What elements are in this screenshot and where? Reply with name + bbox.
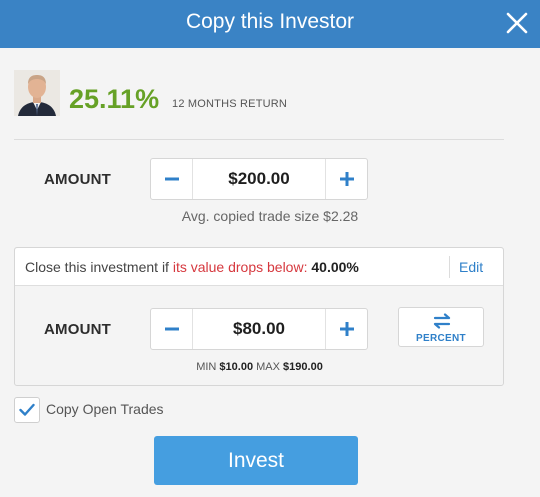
amount-input[interactable]: $200.00 — [193, 159, 325, 199]
edit-stop-loss-link[interactable]: Edit — [459, 259, 483, 275]
minus-icon — [165, 327, 179, 331]
stop-loss-prefix: Close this investment if — [25, 259, 173, 275]
stop-loss-decrease-button[interactable] — [151, 309, 193, 349]
plus-icon — [340, 322, 354, 336]
avatar — [14, 70, 60, 116]
return-label: 12 MONTHS RETURN — [172, 98, 288, 110]
section-divider — [14, 139, 504, 140]
dialog-header: Copy this Investor — [0, 0, 540, 48]
close-icon — [506, 12, 528, 34]
copy-open-trades-label[interactable]: Copy Open Trades — [46, 401, 164, 417]
stop-loss-amount-label: AMOUNT — [44, 321, 112, 338]
amount-increase-button[interactable] — [325, 159, 367, 199]
plus-icon — [340, 172, 354, 186]
invest-button[interactable]: Invest — [154, 436, 358, 485]
stop-loss-stepper: $80.00 — [150, 308, 368, 350]
swap-arrows-icon — [433, 313, 451, 329]
copy-open-trades-checkbox[interactable] — [14, 397, 40, 423]
stop-loss-amount-input[interactable]: $80.00 — [193, 309, 325, 349]
min-label: MIN — [196, 361, 217, 373]
percent-toggle-button[interactable]: PERCENT — [398, 307, 484, 347]
stop-loss-percent: 40.00% — [311, 259, 359, 275]
amount-decrease-button[interactable] — [151, 159, 193, 199]
max-value: $190.00 — [283, 361, 323, 373]
stop-loss-header: Close this investment if its value drops… — [15, 248, 503, 286]
stop-loss-text: Close this investment if its value drops… — [25, 259, 359, 275]
close-button[interactable] — [502, 8, 532, 38]
amount-label: AMOUNT — [44, 171, 112, 188]
checkmark-icon — [19, 403, 35, 416]
min-value: $10.00 — [219, 361, 254, 373]
max-label: MAX — [256, 361, 280, 373]
amount-stepper: $200.00 — [150, 158, 368, 200]
stop-loss-condition: its value drops below — [172, 259, 304, 275]
percent-button-label: PERCENT — [416, 333, 466, 344]
minus-icon — [165, 177, 179, 181]
stop-loss-increase-button[interactable] — [325, 309, 367, 349]
avg-trade-size-text: Avg. copied trade size $2.28 — [181, 208, 359, 224]
return-value: 25.11% — [69, 84, 160, 114]
min-max-limits: MIN $10.00 MAX $190.00 — [0, 361, 519, 373]
dialog-title: Copy this Investor — [185, 10, 355, 33]
edit-separator — [449, 256, 450, 278]
